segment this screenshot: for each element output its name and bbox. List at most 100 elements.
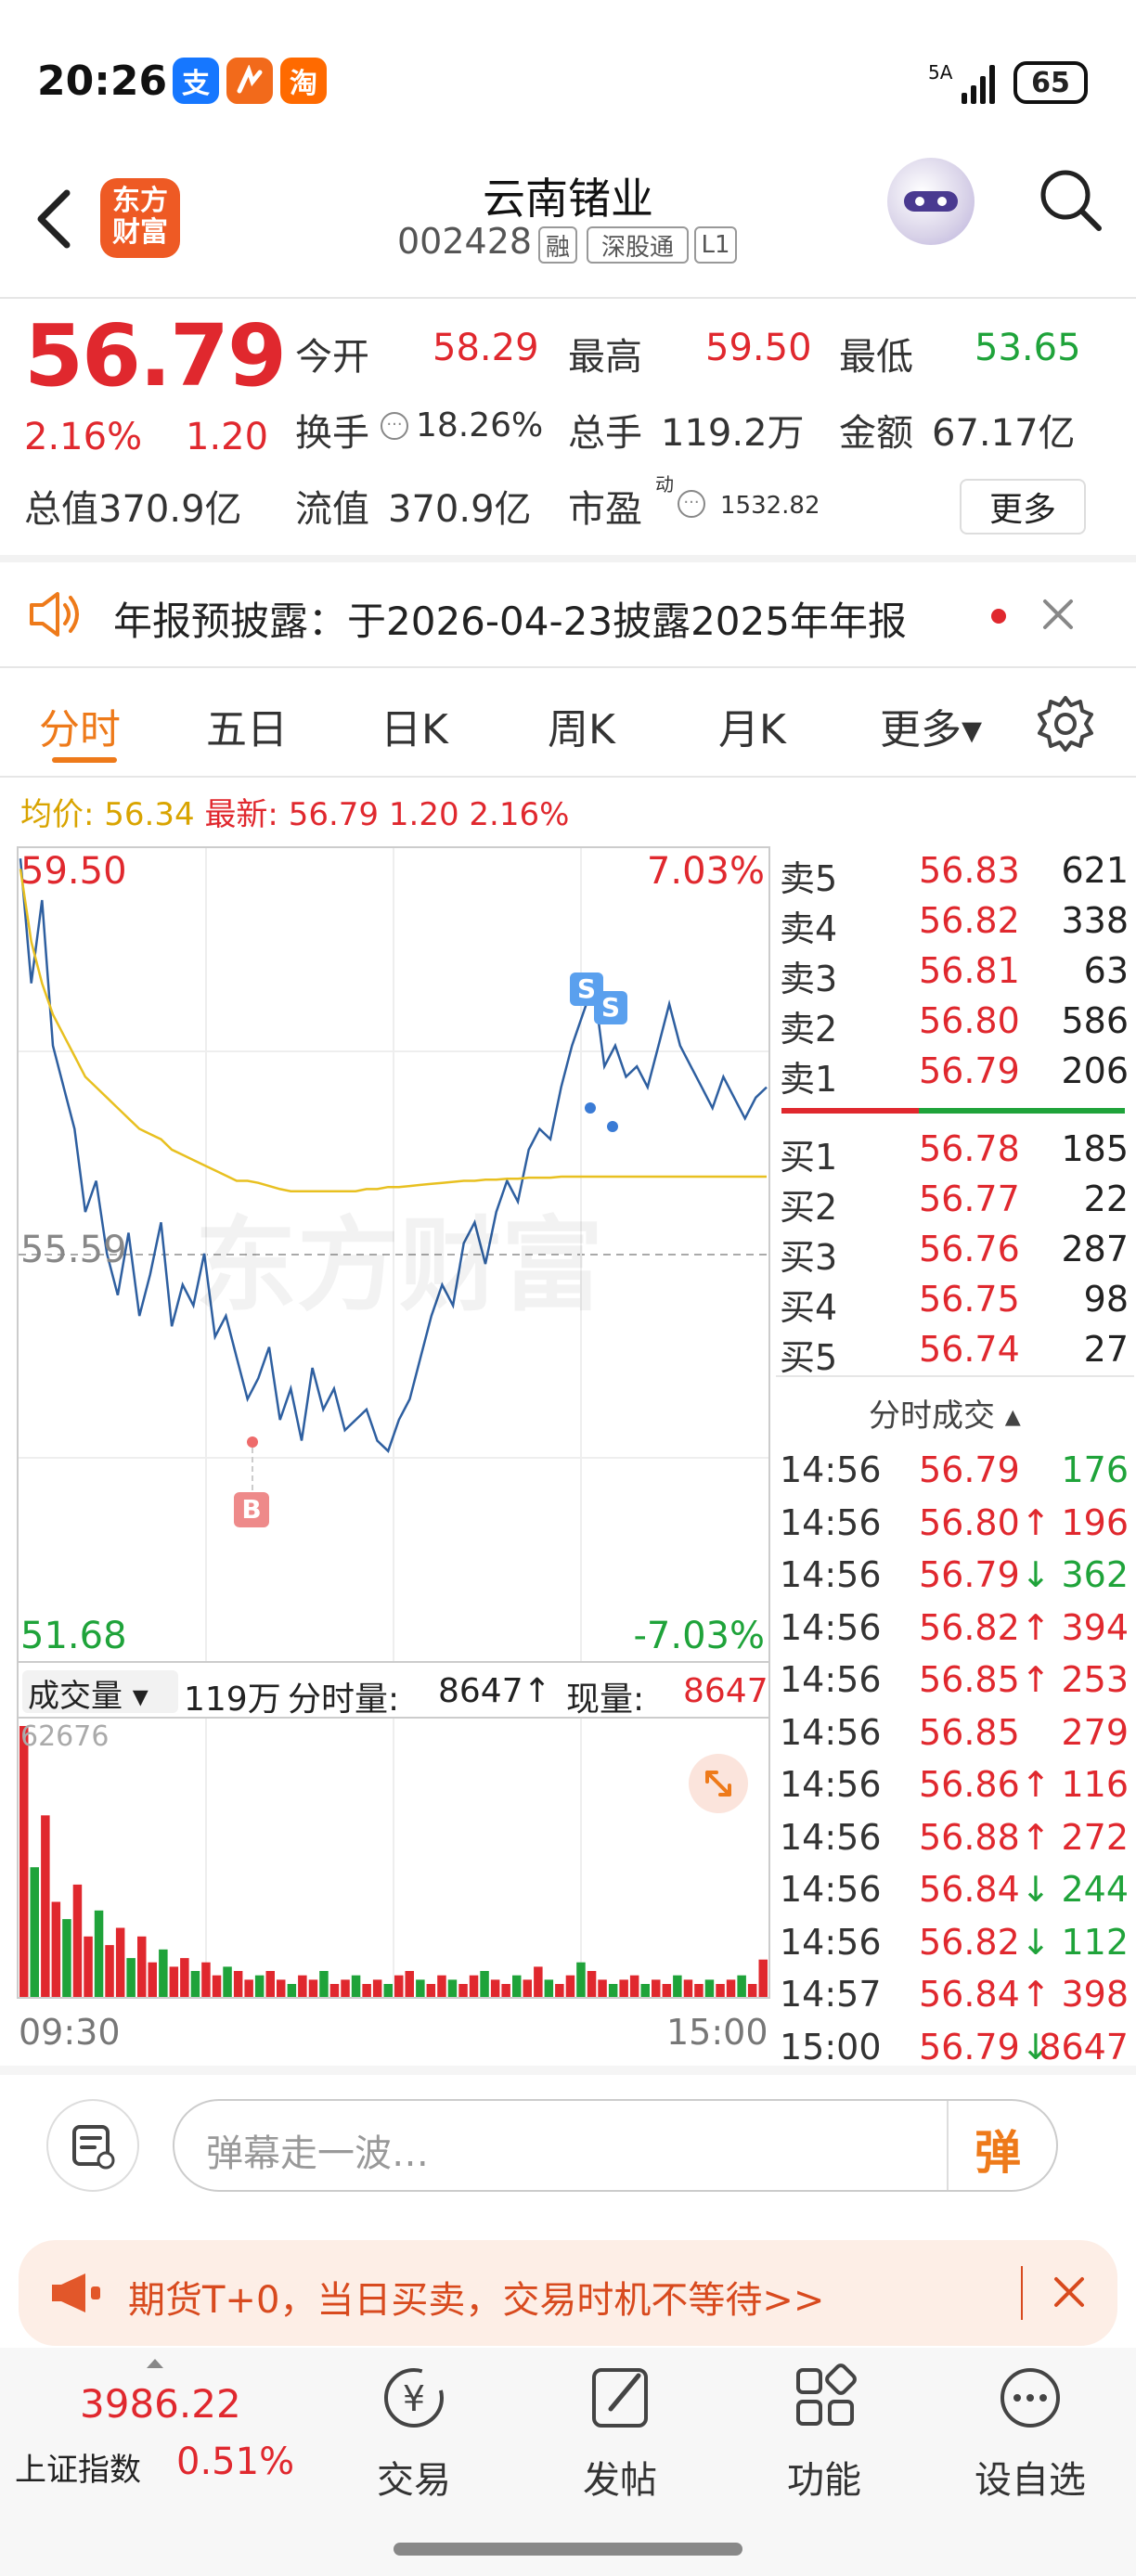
volume-chart[interactable]: 62676 <box>17 1719 770 1999</box>
more-quote-button[interactable]: 更多 <box>960 479 1086 535</box>
ask-row[interactable]: 卖3 56.81 63 <box>780 947 1129 999</box>
tick-volume: 253 <box>1061 1659 1129 1700</box>
tick-price: 56.84 <box>919 1869 1020 1910</box>
ask-row[interactable]: 卖1 56.79 206 <box>780 1047 1129 1100</box>
volume-bar <box>694 1984 704 1997</box>
notice-bar[interactable]: 年报预披露：于2026-04-23披露2025年年报 <box>0 562 1136 666</box>
settings-gear-icon[interactable] <box>1036 694 1095 757</box>
tick-price: 56.86 <box>919 1764 1020 1805</box>
tick-volume: 272 <box>1061 1816 1129 1858</box>
time-start: 09:30 <box>19 2012 121 2053</box>
current-volume: 8647 <box>683 1672 768 1710</box>
close-notice-icon[interactable] <box>1039 596 1077 637</box>
danmu-send-button[interactable]: 弹 <box>975 2116 1021 2183</box>
megaphone-icon <box>48 2270 102 2320</box>
danmu-placeholder: 弹幕走一波… <box>206 2132 429 2175</box>
volume-selector[interactable]: 成交量 ▾ <box>22 1670 178 1715</box>
index-value[interactable]: 3986.22 <box>80 2381 241 2427</box>
bid-row[interactable]: 买5 56.74 27 <box>780 1325 1129 1378</box>
tick-time: 14:56 <box>780 1921 882 1963</box>
volume-bar <box>190 1971 200 1997</box>
volume-bar <box>180 1958 189 1997</box>
tick-price: 56.85 <box>919 1711 1020 1753</box>
trade-tick-row: 14:56 56.85 279 <box>780 1708 1129 1757</box>
volume-bar <box>19 1726 29 1997</box>
tab-more[interactable]: 更多▾ <box>880 696 982 755</box>
divider <box>776 1375 1134 1377</box>
change-percent: 2.16% <box>24 416 143 458</box>
nav-post[interactable]: 发帖 <box>546 2361 694 2546</box>
volume-bar <box>308 1979 318 1997</box>
tab-monthly-k[interactable]: 月K <box>718 696 786 755</box>
trade-tick-row: 14:56 56.79 ↓ 362 <box>780 1551 1129 1599</box>
tick-time: 14:56 <box>780 1449 882 1490</box>
tab-five-day[interactable]: 五日 <box>206 696 288 755</box>
sell-marker[interactable]: S <box>594 991 627 1024</box>
tick-time: 14:57 <box>780 1974 882 2015</box>
volume-bar <box>523 1979 532 1997</box>
volume-bar <box>426 1984 436 1997</box>
danmu-input[interactable]: 弹幕走一波… 弹 <box>173 2099 1058 2192</box>
volume-bar <box>223 1966 232 1997</box>
bid-row[interactable]: 买3 56.76 287 <box>780 1225 1129 1278</box>
volume-total: 119万 <box>184 1681 281 1719</box>
intraday-price-chart[interactable]: 东方财富 59.50 7.03% 55.59 51.68 -7.03% B S … <box>17 846 770 1663</box>
index-name[interactable]: 上证指数 <box>15 2444 141 2490</box>
close-promo-icon[interactable] <box>1052 2275 1086 2312</box>
amount-label: 金额 <box>839 412 913 455</box>
battery-icon: 65 <box>1013 61 1088 104</box>
volume-bar <box>94 1910 104 1997</box>
divider <box>0 666 1136 668</box>
tab-weekly-k[interactable]: 周K <box>548 696 615 755</box>
high-label: 最高 <box>568 336 642 379</box>
bid-row-price: 56.78 <box>919 1128 1020 1169</box>
volume-bar <box>662 1984 672 1997</box>
trade-tick-row: 14:57 56.84 ↑ 398 <box>780 1970 1129 2018</box>
bid-row[interactable]: 买1 56.78 185 <box>780 1125 1129 1178</box>
bid-row[interactable]: 买2 56.77 22 <box>780 1175 1129 1228</box>
home-indicator[interactable] <box>394 2543 742 2556</box>
volume-bar <box>447 1979 458 1997</box>
float-value: 370.9亿 <box>388 488 532 531</box>
volume-bar <box>598 1979 607 1997</box>
assistant-avatar[interactable] <box>887 158 975 245</box>
volume-bar <box>84 1936 93 1997</box>
volume-bar <box>148 1962 157 1997</box>
tab-intraday[interactable]: 分时 <box>39 696 121 755</box>
tick-price: 56.84 <box>919 1974 1020 2015</box>
promo-banner[interactable]: 期货T+0，当日买卖，交易时机不等待>> <box>19 2240 1117 2346</box>
bid-row-label: 买3 <box>780 1237 838 1278</box>
ask-row-price: 56.79 <box>919 1050 1020 1091</box>
mktcap-value: 370.9亿 <box>98 488 242 531</box>
nav-functions[interactable]: 功能 <box>750 2361 898 2546</box>
nav-add-watchlist[interactable]: 设自选 <box>956 2361 1104 2546</box>
watermark: 东方财富 <box>195 1206 603 1325</box>
info-icon[interactable]: ··· <box>678 490 705 518</box>
volume-bar <box>716 1984 725 1997</box>
pe-dynamic-mark: 动 <box>655 473 674 496</box>
tick-volume: 244 <box>1061 1869 1129 1910</box>
tab-daily-k[interactable]: 日K <box>381 696 448 755</box>
ask-row[interactable]: 卖4 56.82 338 <box>780 896 1129 949</box>
open-value: 58.29 <box>432 327 539 369</box>
search-icon[interactable] <box>1038 167 1104 234</box>
ask-row[interactable]: 卖2 56.80 586 <box>780 997 1129 1050</box>
nav-trade[interactable]: ¥ 交易 <box>340 2361 488 2546</box>
ticks-header[interactable]: 分时成交 ▴ <box>869 1390 1021 1436</box>
index-up-arrow-icon <box>147 2359 163 2368</box>
volume-bar <box>137 1936 147 1997</box>
expand-icon[interactable] <box>689 1754 748 1813</box>
index-pct[interactable]: 0.51% <box>176 2441 294 2483</box>
divider <box>0 297 1136 299</box>
low-value: 53.65 <box>975 327 1081 369</box>
tick-direction: ↓ <box>1021 1554 1051 1595</box>
danmu-settings-button[interactable] <box>46 2099 139 2192</box>
bid-row[interactable]: 买4 56.75 98 <box>780 1275 1129 1328</box>
ask-row[interactable]: 卖5 56.83 621 <box>780 846 1129 899</box>
tick-time: 15:00 <box>780 2026 882 2067</box>
volume-bar <box>105 1945 114 1997</box>
info-icon[interactable]: ··· <box>381 412 408 440</box>
buy-marker[interactable]: B <box>234 1492 269 1527</box>
tick-price: 56.79 <box>919 1449 1020 1490</box>
ask-row-volume: 621 <box>1061 850 1129 891</box>
